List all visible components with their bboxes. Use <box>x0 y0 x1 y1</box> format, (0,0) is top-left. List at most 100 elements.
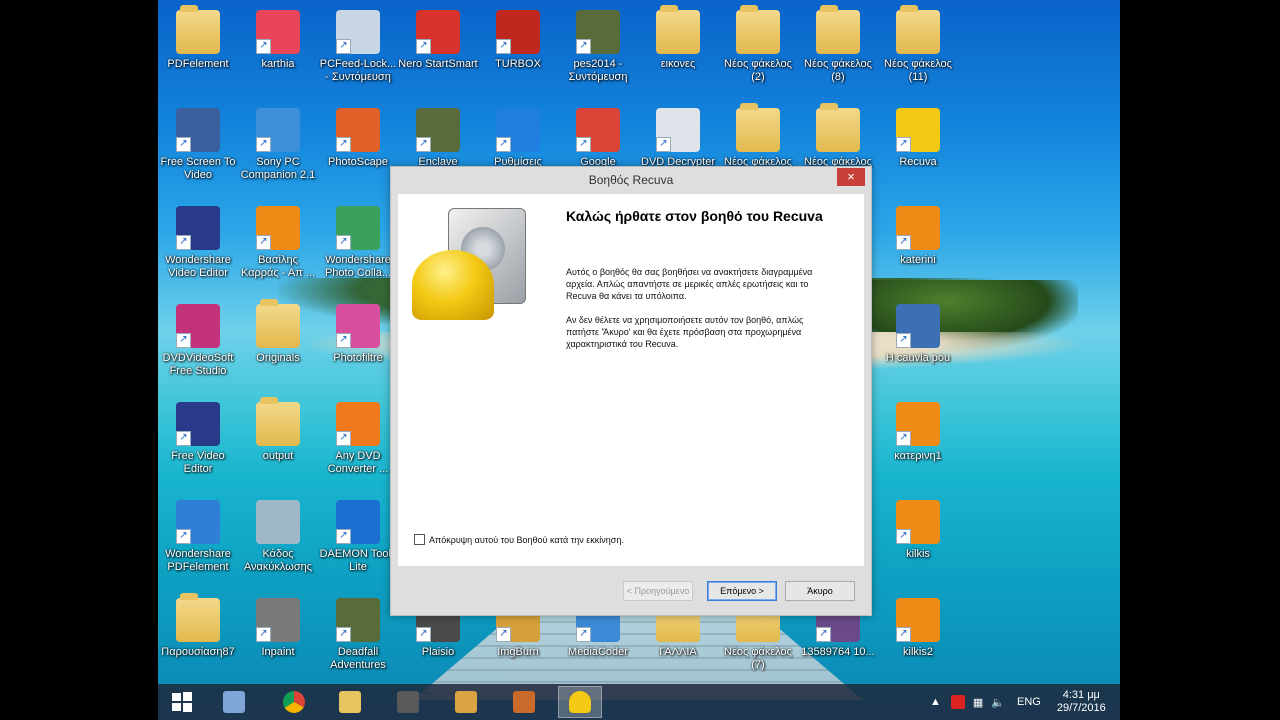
network-icon[interactable]: ▦ <box>973 696 983 709</box>
desktop-icon[interactable]: Inpaint <box>238 592 318 688</box>
skip-text: Αν δεν θέλετε να χρησιμοποιήσετε αυτόν τ… <box>566 315 804 349</box>
recuva-icon <box>896 108 940 152</box>
desktop-icon[interactable]: kilkis <box>878 494 958 590</box>
desktop-icon[interactable]: DVDVideoSoft Free Studio <box>158 298 238 394</box>
desktop-icon[interactable]: karthia <box>238 4 318 100</box>
desktop-icon[interactable]: Wondershare Photo Colla... <box>318 200 398 296</box>
start-button[interactable] <box>160 686 204 718</box>
intro-text: Αυτός ο βοηθός θα σας βοηθήσει να ανακτή… <box>566 267 813 301</box>
desktop-icon[interactable]: Recuva <box>878 102 958 198</box>
security-icon[interactable] <box>950 695 965 709</box>
vlc-icon <box>896 206 940 250</box>
game-icon <box>336 598 380 642</box>
video-editor-icon <box>176 206 220 250</box>
desktop-icon[interactable]: PhotoScape <box>318 102 398 198</box>
photo-collage-icon <box>336 206 380 250</box>
desktop-icon-label: karthia <box>261 58 295 70</box>
desktop-icon[interactable]: κατερινη1 <box>878 396 958 492</box>
folder-icon <box>736 103 780 152</box>
chrome-icon <box>576 108 620 152</box>
desktop-icon[interactable]: DAEMON Tools Lite <box>318 494 398 590</box>
next-button[interactable]: Επόμενο > <box>707 581 777 601</box>
desktop-icon[interactable]: pes2014 - Συντόμευση <box>558 4 638 100</box>
dvd-converter-icon <box>336 402 380 446</box>
inpaint-icon <box>256 598 300 642</box>
folder-icon <box>256 299 300 348</box>
dialog-titlebar[interactable]: Βοηθός Recuva × <box>391 167 871 193</box>
desktop-icon[interactable]: εικονες <box>638 4 718 100</box>
desktop-icon[interactable]: Originals <box>238 298 318 394</box>
nero-icon <box>416 10 460 54</box>
desktop-icon[interactable]: Any DVD Converter ... <box>318 396 398 492</box>
desktop-icon[interactable]: Κάδος Ανακύκλωσης <box>238 494 318 590</box>
taskbar-explorer[interactable] <box>328 686 372 718</box>
flash-icon <box>496 10 540 54</box>
taskbar-recuva[interactable] <box>558 686 602 718</box>
desktop-icon[interactable]: Free Video Editor <box>158 396 238 492</box>
desktop-icon[interactable]: katerini <box>878 200 958 296</box>
recycle-bin-icon <box>256 500 300 544</box>
folder-icon <box>736 5 780 54</box>
system-tray: ▲ ▦ 🔈 ENG 4:31 μμ 29/7/2016 <box>930 684 1106 720</box>
desktop-icon[interactable]: Βασίλης Καρράς - Απ ... <box>238 200 318 296</box>
taskbar-app[interactable] <box>386 686 430 718</box>
game-icon <box>576 10 620 54</box>
taskbar-tool[interactable] <box>502 686 546 718</box>
desktop-icon[interactable]: Sony PC Companion 2.1 <box>238 102 318 198</box>
vlc-icon <box>256 206 300 250</box>
desktop-icon-label: MediaCoder <box>568 646 628 658</box>
desktop-icon-label: PCFeed-Lock... - Συντόμευση <box>319 58 397 83</box>
desktop-icon[interactable]: TURBOX <box>478 4 558 100</box>
desktop-icon[interactable]: Wondershare PDFelement <box>158 494 238 590</box>
taskbar-chrome[interactable] <box>272 686 316 718</box>
cancel-button[interactable]: Άκυρο <box>785 581 855 601</box>
desktop-icon[interactable]: Νέος φάκελος (2) <box>718 4 798 100</box>
desktop-icon-label: Κάδος Ανακύκλωσης <box>243 548 313 573</box>
gear-icon <box>496 108 540 152</box>
close-button[interactable]: × <box>837 168 865 186</box>
desktop-icon[interactable]: Παρουσίαση87 <box>158 592 238 688</box>
desktop-icon[interactable]: PCFeed-Lock... - Συντόμευση <box>318 4 398 100</box>
recuva-wizard-dialog: Βοηθός Recuva × Καλώς ήρθατε στον βοηθό … <box>390 166 872 616</box>
desktop-icon[interactable]: output <box>238 396 318 492</box>
desktop-icon-label: 13589764 10... <box>801 646 875 658</box>
desktop-icon[interactable]: Νέος φάκελος (11) <box>878 4 958 100</box>
desktop-icon-label: Photofiltre <box>333 352 383 364</box>
sony-icon <box>256 108 300 152</box>
taskbar-media[interactable] <box>444 686 488 718</box>
pdf-icon <box>176 500 220 544</box>
desktop-icon[interactable]: Photofiltre <box>318 298 398 394</box>
screen-recorder-icon <box>176 108 220 152</box>
desktop-icon-label: Nero StartSmart <box>398 58 478 70</box>
desktop-icon[interactable]: Wondershare Video Editor <box>158 200 238 296</box>
desktop-icon[interactable]: H cauvla pou <box>878 298 958 394</box>
desktop-icon-label: Sony PC Companion 2.1 <box>240 156 316 181</box>
back-button[interactable]: < Προηγούμενο <box>623 581 693 601</box>
desktop-icon-label: PhotoScape <box>328 156 388 168</box>
desktop-icon[interactable]: Free Screen To Video <box>158 102 238 198</box>
desktop-icon[interactable]: Nero StartSmart <box>398 4 478 100</box>
desktop-icon-label: Inpaint <box>261 646 295 658</box>
desktop-icon-label: Wondershare PDFelement <box>165 548 231 573</box>
desktop-icon[interactable]: kilkis2 <box>878 592 958 688</box>
volume-icon[interactable]: 🔈 <box>991 696 1005 709</box>
photofiltre-icon <box>336 304 380 348</box>
desktop-icon-label: κατερινη1 <box>894 450 942 462</box>
show-hidden-icon[interactable]: ▲ <box>930 696 941 708</box>
input-language[interactable]: ENG <box>1017 696 1041 708</box>
hide-wizard-checkbox[interactable] <box>414 534 425 545</box>
desktop-icon[interactable]: Νέος φάκελος (8) <box>798 4 878 100</box>
app-icon <box>397 691 419 713</box>
desktop-icon-label: Originals <box>256 352 300 364</box>
desktop-icon-label: Παρουσίαση87 <box>161 646 235 658</box>
desktop-icon-label: output <box>262 450 294 462</box>
desktop-icon-label: kilkis <box>906 548 930 560</box>
taskbar-computer[interactable] <box>212 686 256 718</box>
hide-wizard-option[interactable]: Απόκρυψη αυτού του Βοηθού κατά την εκκίν… <box>414 534 624 545</box>
desktop-icon[interactable]: Deadfall Adventures <box>318 592 398 688</box>
clock[interactable]: 4:31 μμ 29/7/2016 <box>1057 689 1106 715</box>
folder-icon <box>176 5 220 54</box>
clock-date: 29/7/2016 <box>1056 702 1106 714</box>
desktop-icon[interactable]: PDFelement <box>158 4 238 100</box>
desktop-icon-label: katerini <box>900 254 936 266</box>
